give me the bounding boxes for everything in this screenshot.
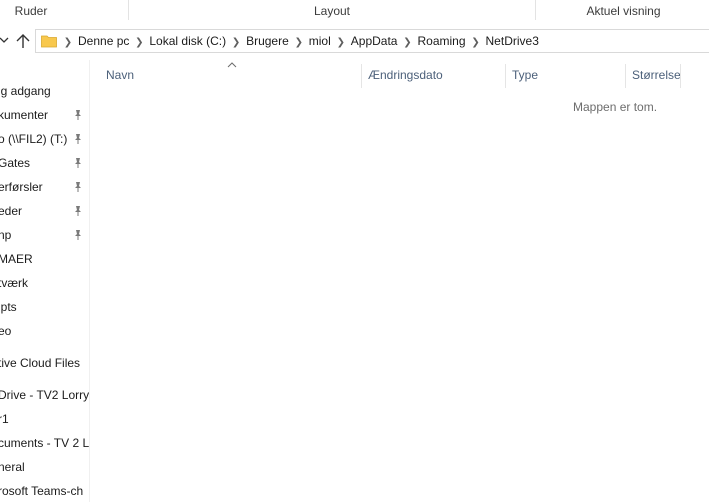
nav-item-onedrive[interactable]: Drive - TV2 Lorry [0, 384, 89, 406]
chevron-right-icon[interactable]: ❯ [399, 32, 415, 54]
nav-item-pictures[interactable]: eder [0, 200, 22, 222]
ribbon-strip: Ruder Layout Aktuel visning [0, 0, 709, 23]
chevron-right-icon[interactable]: ❯ [333, 32, 349, 54]
nav-item-video[interactable]: eo [0, 320, 11, 342]
breadcrumb-appdata[interactable]: AppData [349, 34, 400, 48]
nav-item-creative-cloud[interactable]: tive Cloud Files [0, 352, 80, 374]
file-list[interactable]: Navn Ændringsdato Type Størrelse Mappen … [90, 60, 709, 502]
chevron-right-icon[interactable]: ❯ [228, 32, 244, 54]
column-header-size[interactable]: Størrelse [626, 64, 686, 86]
nav-item-r1[interactable]: r1 [0, 408, 9, 430]
column-header-modified[interactable]: Ændringsdato [362, 64, 504, 86]
nav-item-scripts[interactable]: ipts [0, 296, 17, 318]
ribbon-group-layout[interactable]: Layout [129, 0, 535, 22]
breadcrumb-roaming[interactable]: Roaming [415, 34, 467, 48]
nav-item-temp[interactable]: np [0, 224, 11, 246]
column-divider[interactable] [680, 64, 681, 88]
breadcrumb-miol[interactable]: miol [307, 34, 333, 48]
column-header-name[interactable]: Navn [100, 64, 360, 86]
nav-item-general[interactable]: neral [0, 456, 25, 478]
nav-item-gates[interactable]: Gates [0, 152, 30, 174]
nav-item-quick-access[interactable]: ig adgang [0, 80, 51, 102]
breadcrumb: ❯ Denne pc ❯ Lokal disk (C:) ❯ Brugere ❯ miol ❯ A… [60, 30, 541, 52]
nav-item-documents[interactable]: kumenter [0, 104, 48, 126]
breadcrumb-lokal-disk[interactable]: Lokal disk (C:) [147, 34, 228, 48]
chevron-right-icon[interactable]: ❯ [468, 32, 484, 54]
pin-icon[interactable] [72, 181, 84, 193]
nav-item-downloads[interactable]: erførsler [0, 176, 43, 198]
pin-icon[interactable] [72, 109, 84, 121]
chevron-down-icon[interactable] [0, 33, 10, 47]
column-header-type[interactable]: Type [506, 64, 624, 86]
pin-icon[interactable] [72, 229, 84, 241]
chevron-right-icon[interactable]: ❯ [291, 32, 307, 54]
nav-item-temaer[interactable]: MAER [0, 248, 33, 270]
arrow-up-icon[interactable] [14, 32, 32, 50]
nav-item-shared-documents[interactable]: cuments - TV 2 L [0, 432, 89, 454]
ribbon-group-ruder[interactable]: Ruder [0, 0, 62, 22]
navigation-pane[interactable]: ig adgang kumenter o (\\FIL2) (T:) Gates… [0, 60, 90, 502]
nav-item-network-drive[interactable]: o (\\FIL2) (T:) [0, 128, 67, 150]
address-row: ❯ Denne pc ❯ Lokal disk (C:) ❯ Brugere ❯ miol ❯ A… [0, 22, 709, 60]
chevron-right-icon[interactable]: ❯ [131, 32, 147, 54]
address-bar[interactable]: ❯ Denne pc ❯ Lokal disk (C:) ❯ Brugere ❯ miol ❯ A… [35, 29, 709, 53]
pin-icon[interactable] [72, 157, 84, 169]
breadcrumb-netdrive3[interactable]: NetDrive3 [484, 34, 541, 48]
folder-icon [41, 35, 57, 48]
nav-item-vaerktoej[interactable]: tværk [0, 272, 28, 294]
pin-icon[interactable] [72, 205, 84, 217]
pin-icon[interactable] [72, 133, 84, 145]
breadcrumb-brugere[interactable]: Brugere [244, 34, 291, 48]
ribbon-group-current-view[interactable]: Aktuel visning [536, 0, 709, 22]
breadcrumb-denne-pc[interactable]: Denne pc [76, 34, 131, 48]
chevron-right-icon[interactable]: ❯ [60, 32, 76, 54]
nav-item-teams-chat[interactable]: rosoft Teams-ch [0, 480, 83, 502]
empty-folder-message: Mappen er tom. [573, 100, 658, 114]
